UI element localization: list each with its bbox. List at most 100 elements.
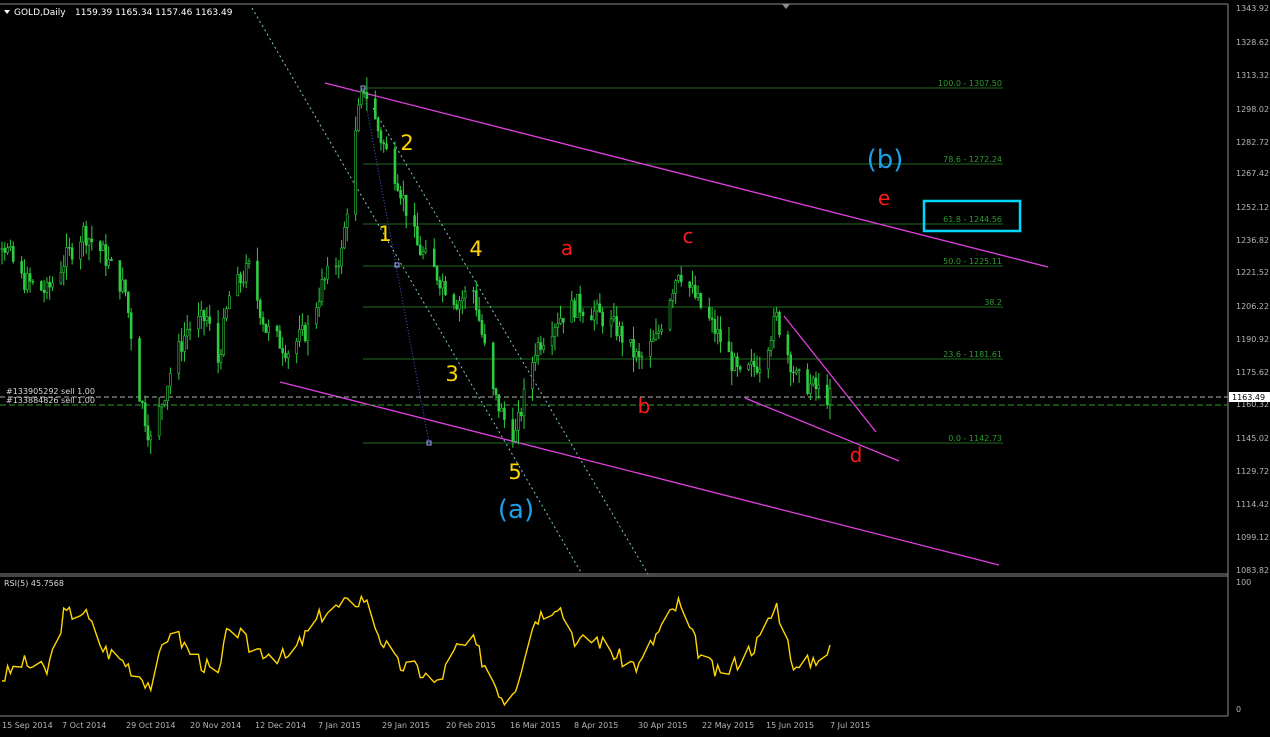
candle-body: [326, 266, 329, 280]
candle-body: [141, 401, 144, 404]
candle-body: [393, 148, 397, 184]
candle-body: [455, 304, 458, 310]
wave-label-4: 4: [469, 237, 482, 261]
candle-body: [205, 316, 209, 322]
wave-label-5: 5: [508, 460, 521, 484]
candle-body: [84, 226, 88, 246]
date-tick: 16 Mar 2015: [510, 721, 561, 730]
candle-body: [677, 274, 680, 281]
price-tick: 1190.92: [1236, 335, 1269, 344]
wedge-lower[interactable]: [744, 397, 900, 462]
candle-body: [345, 213, 349, 228]
symbol-title: GOLD,Daily: [14, 8, 66, 18]
candle-body: [247, 260, 251, 264]
candle-body: [674, 280, 677, 294]
candle-body: [635, 351, 638, 358]
candle-body: [775, 311, 778, 317]
price-axis: 1343.92 1328.62 1313.32 1298.02 1282.72 …: [1236, 4, 1269, 575]
candle-body: [601, 311, 604, 327]
price-tick: 1114.42: [1236, 500, 1269, 509]
date-tick: 22 May 2015: [702, 721, 754, 730]
candle-body: [514, 430, 517, 442]
candle-body: [301, 325, 304, 330]
chart-canvas[interactable]: GOLD,Daily 1159.39 1165.34 1157.46 1163.…: [0, 0, 1270, 733]
candle-body: [668, 300, 672, 330]
menu-triangle-icon[interactable]: [4, 10, 10, 14]
candle-body: [758, 368, 762, 373]
candle-body: [828, 388, 832, 406]
candle-body: [197, 316, 200, 330]
wave-label-1: 1: [378, 222, 391, 246]
candle-body: [640, 355, 644, 358]
candle-body: [295, 340, 299, 355]
candle-body: [101, 244, 105, 252]
candle-body: [87, 238, 91, 246]
price-tick: 1313.32: [1236, 71, 1269, 80]
price-tick: 1099.12: [1236, 533, 1269, 542]
candle-body: [475, 290, 478, 311]
trendline-dotted[interactable]: [251, 7, 583, 575]
date-tick: 30 Apr 2015: [638, 721, 687, 730]
chart-window[interactable]: GOLD,Daily 1159.39 1165.34 1157.46 1163.…: [0, 0, 1270, 733]
candle-body: [202, 310, 206, 322]
candle-body: [146, 425, 150, 441]
fib-retracement[interactable]: 100.0 - 1307.50 78.6 - 1272.24 61.8 - 12…: [363, 79, 1003, 444]
candle-body: [385, 143, 388, 150]
candle-body: [444, 281, 447, 296]
candle-body: [559, 318, 562, 324]
candle-body: [323, 278, 327, 281]
order-label: #133905292 sell 1.00: [6, 387, 95, 396]
wave-label-a: a: [561, 236, 573, 260]
shift-marker-icon[interactable]: [782, 4, 790, 9]
date-tick: 12 Dec 2014: [255, 721, 306, 730]
candle-body: [517, 411, 520, 431]
candle-body: [747, 364, 750, 370]
candle-body: [438, 279, 442, 289]
candle-body: [20, 261, 23, 274]
candle-body: [688, 281, 691, 288]
wave-label-3: 3: [445, 362, 458, 386]
candle-body: [382, 142, 386, 145]
candle-body: [494, 388, 498, 395]
date-tick: 15 Jun 2015: [766, 721, 814, 730]
candle-body: [570, 300, 574, 323]
candle-body: [609, 318, 613, 327]
candle-body: [6, 247, 9, 253]
rsi-min-label: 0: [1236, 705, 1241, 714]
candle-body: [797, 369, 801, 372]
candle-body: [416, 226, 419, 246]
candle-body: [359, 91, 363, 106]
candle-body: [615, 316, 618, 337]
candle-body: [3, 248, 7, 253]
candle-body: [716, 329, 720, 334]
rsi-max-label: 100: [1236, 578, 1251, 587]
candle-body: [59, 272, 63, 284]
candle-body: [671, 292, 675, 301]
candle-body: [595, 303, 599, 312]
candle-body: [710, 317, 714, 320]
candle-body: [424, 248, 428, 253]
price-tick: 1083.82: [1236, 566, 1269, 575]
candle-body: [399, 190, 402, 199]
candle-body: [11, 246, 15, 262]
candle-body: [379, 130, 383, 144]
wave-label-b-major: (b): [867, 145, 904, 175]
date-tick: 8 Apr 2015: [574, 721, 618, 730]
candle-body: [334, 265, 338, 268]
candle-body: [533, 355, 537, 363]
candle-body: [118, 260, 122, 292]
candle-body: [239, 274, 242, 284]
candle-body: [110, 259, 113, 261]
candle-body: [340, 247, 343, 267]
candle-body: [522, 388, 526, 417]
candle-body: [590, 315, 593, 321]
candle-body: [42, 289, 46, 293]
candle-body: [402, 194, 405, 199]
candle-body: [298, 329, 301, 342]
candle-body: [766, 350, 770, 370]
price-tick: 1145.02: [1236, 434, 1269, 443]
candle-body: [48, 281, 52, 288]
candle-body: [129, 312, 133, 339]
candle-body: [222, 317, 226, 355]
candle-body: [228, 295, 231, 310]
